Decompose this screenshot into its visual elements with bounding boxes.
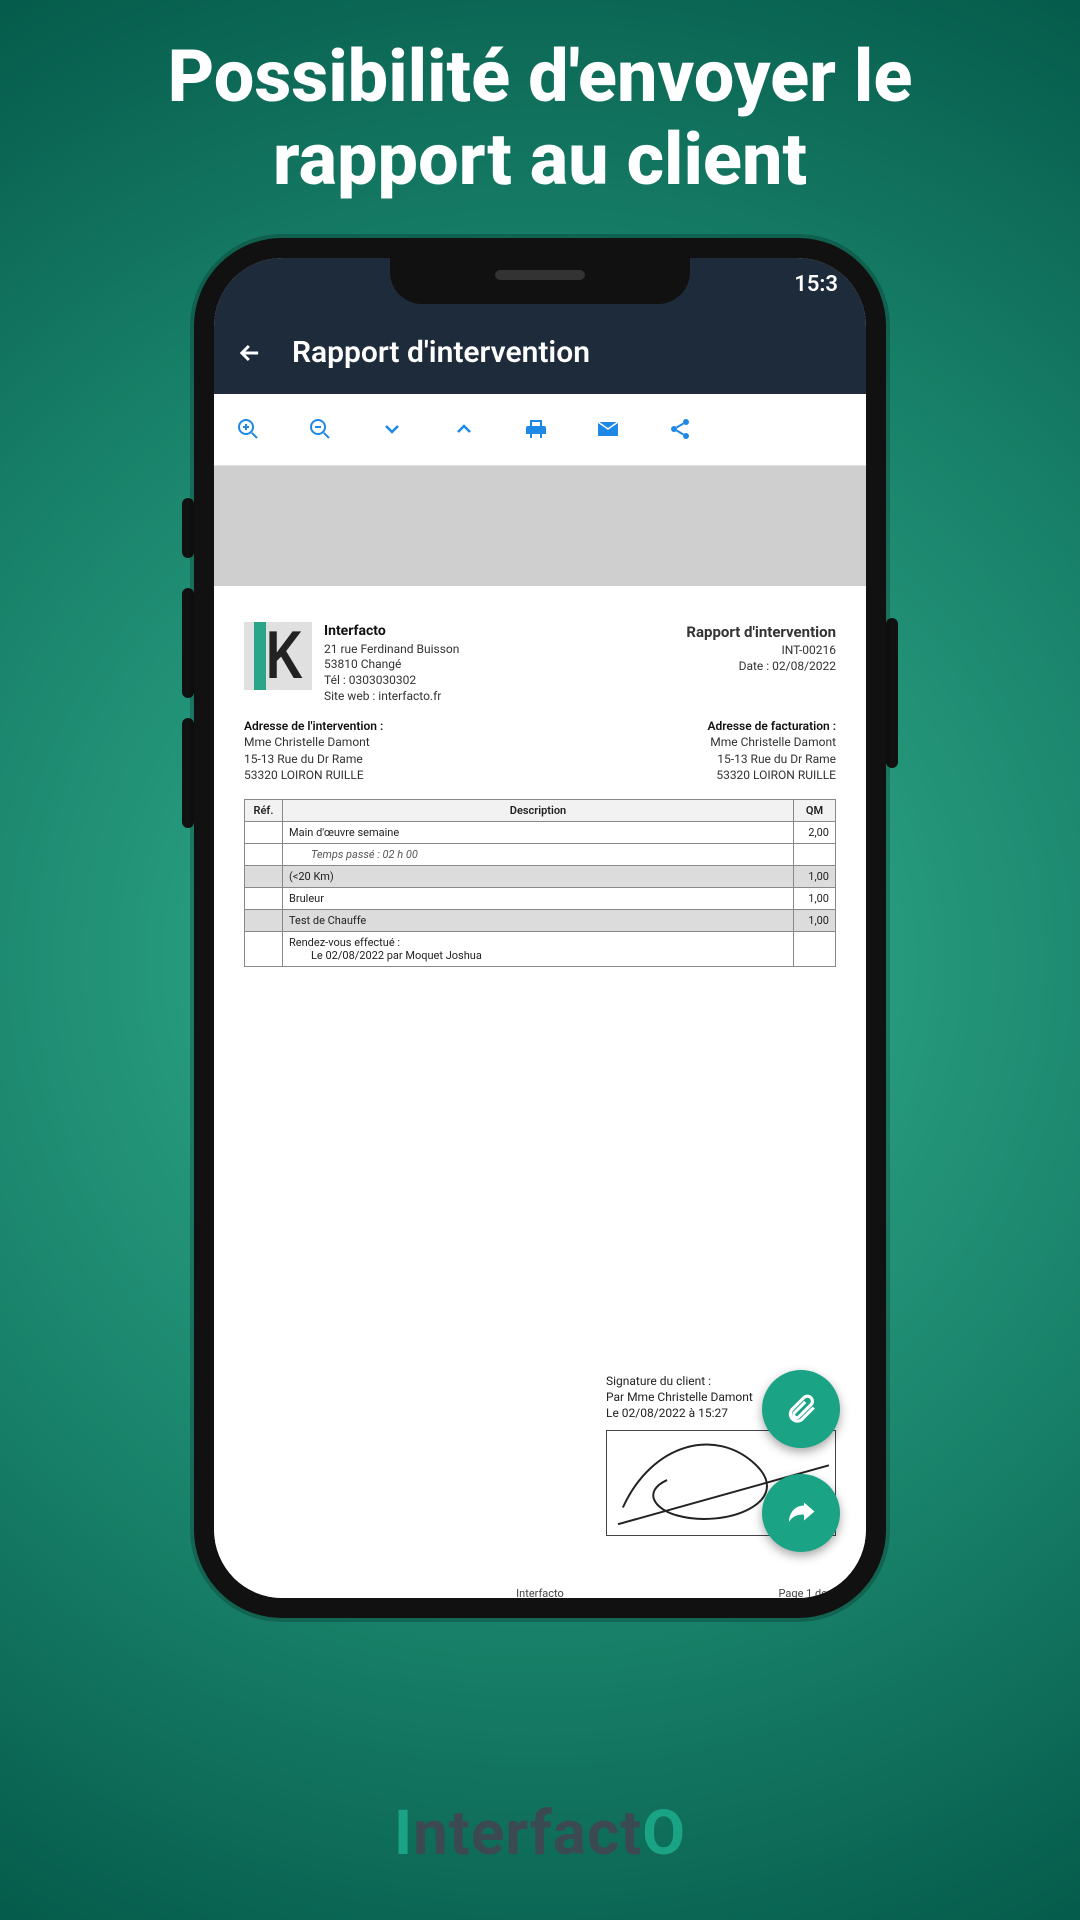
share-icon (668, 417, 692, 441)
app-title: Rapport d'intervention (292, 335, 590, 370)
paperclip-icon (784, 1392, 818, 1426)
phone-side-button (182, 718, 194, 828)
col-qty: QM (794, 799, 836, 821)
email-button[interactable] (594, 415, 622, 443)
col-description: Description (283, 799, 794, 821)
app-screen: 15:3 Rapport d'intervention (214, 258, 866, 1598)
company-name: Interfacto (324, 622, 459, 640)
document-footer: Interfacto Page 1 de 1 (214, 1587, 866, 1598)
print-icon (524, 417, 548, 441)
marketing-stage: Possibilité d'envoyer le rapport au clie… (0, 0, 1080, 1920)
back-button[interactable] (236, 339, 264, 367)
send-fab[interactable] (762, 1474, 840, 1552)
share-button[interactable] (666, 415, 694, 443)
report-title: Rapport d'intervention (686, 622, 836, 642)
company-web: Site web : interfacto.fr (324, 689, 459, 705)
table-row: (<20 Km)1,00 (245, 865, 836, 887)
table-row: Main d'œuvre semaine2,00 (245, 821, 836, 843)
company-tel: Tél : 0303030302 (324, 673, 459, 689)
report-date: Date : 02/08/2022 (686, 658, 836, 674)
report-meta: Rapport d'intervention INT-00216 Date : … (686, 622, 836, 705)
phone-notch (390, 258, 690, 304)
next-page-button[interactable] (378, 415, 406, 443)
envelope-icon (596, 417, 620, 441)
table-row: Bruleur1,00 (245, 887, 836, 909)
zoom-in-icon (236, 417, 260, 441)
col-ref: Réf. (245, 799, 283, 821)
pdf-viewer[interactable]: K Interfacto 21 rue Ferdinand Buisson 53… (214, 466, 866, 1598)
chevron-down-icon (380, 417, 404, 441)
phone-mockup: 15:3 Rapport d'intervention (194, 238, 886, 1618)
zoom-out-button[interactable] (306, 415, 334, 443)
billing-address: Adresse de facturation : Mme Christelle … (707, 718, 836, 783)
company-address-line: 53810 Changé (324, 657, 459, 673)
document-page: K Interfacto 21 rue Ferdinand Buisson 53… (214, 586, 866, 1598)
footer-page: Page 1 de 1 (779, 1587, 836, 1598)
footer-brand: Interfacto (516, 1587, 564, 1598)
table-row: Test de Chauffe1,00 (245, 909, 836, 931)
pdf-toolbar (214, 394, 866, 466)
forward-arrow-icon (783, 1495, 819, 1531)
line-items-table: Réf. Description QM Main d'œuvre semaine… (244, 799, 836, 967)
table-row-rendezvous: Rendez-vous effectué :Le 02/08/2022 par … (245, 931, 836, 966)
status-time: 15:3 (794, 272, 838, 297)
company-address-line: 21 rue Ferdinand Buisson (324, 642, 459, 658)
company-block: K Interfacto 21 rue Ferdinand Buisson 53… (244, 622, 459, 705)
company-logo: K (244, 622, 312, 690)
brand-letter-o: O (642, 1797, 686, 1870)
report-ref: INT-00216 (686, 642, 836, 658)
chevron-up-icon (452, 417, 476, 441)
brand-mid: nterfact (413, 1797, 642, 1870)
brand-wordmark: InterfactO (0, 1797, 1080, 1870)
print-button[interactable] (522, 415, 550, 443)
app-bar: Rapport d'intervention (214, 312, 866, 394)
arrow-left-icon (236, 339, 264, 367)
prev-page-button[interactable] (450, 415, 478, 443)
phone-side-button (182, 498, 194, 558)
phone-side-button (886, 618, 898, 768)
attach-fab[interactable] (762, 1370, 840, 1448)
phone-side-button (182, 588, 194, 698)
table-row-sub: Temps passé : 02 h 00 (245, 843, 836, 865)
zoom-in-button[interactable] (234, 415, 262, 443)
intervention-address: Adresse de l'intervention : Mme Christel… (244, 718, 383, 783)
brand-letter-i: I (394, 1797, 413, 1870)
zoom-out-icon (308, 417, 332, 441)
headline: Possibilité d'envoyer le rapport au clie… (0, 36, 1080, 202)
